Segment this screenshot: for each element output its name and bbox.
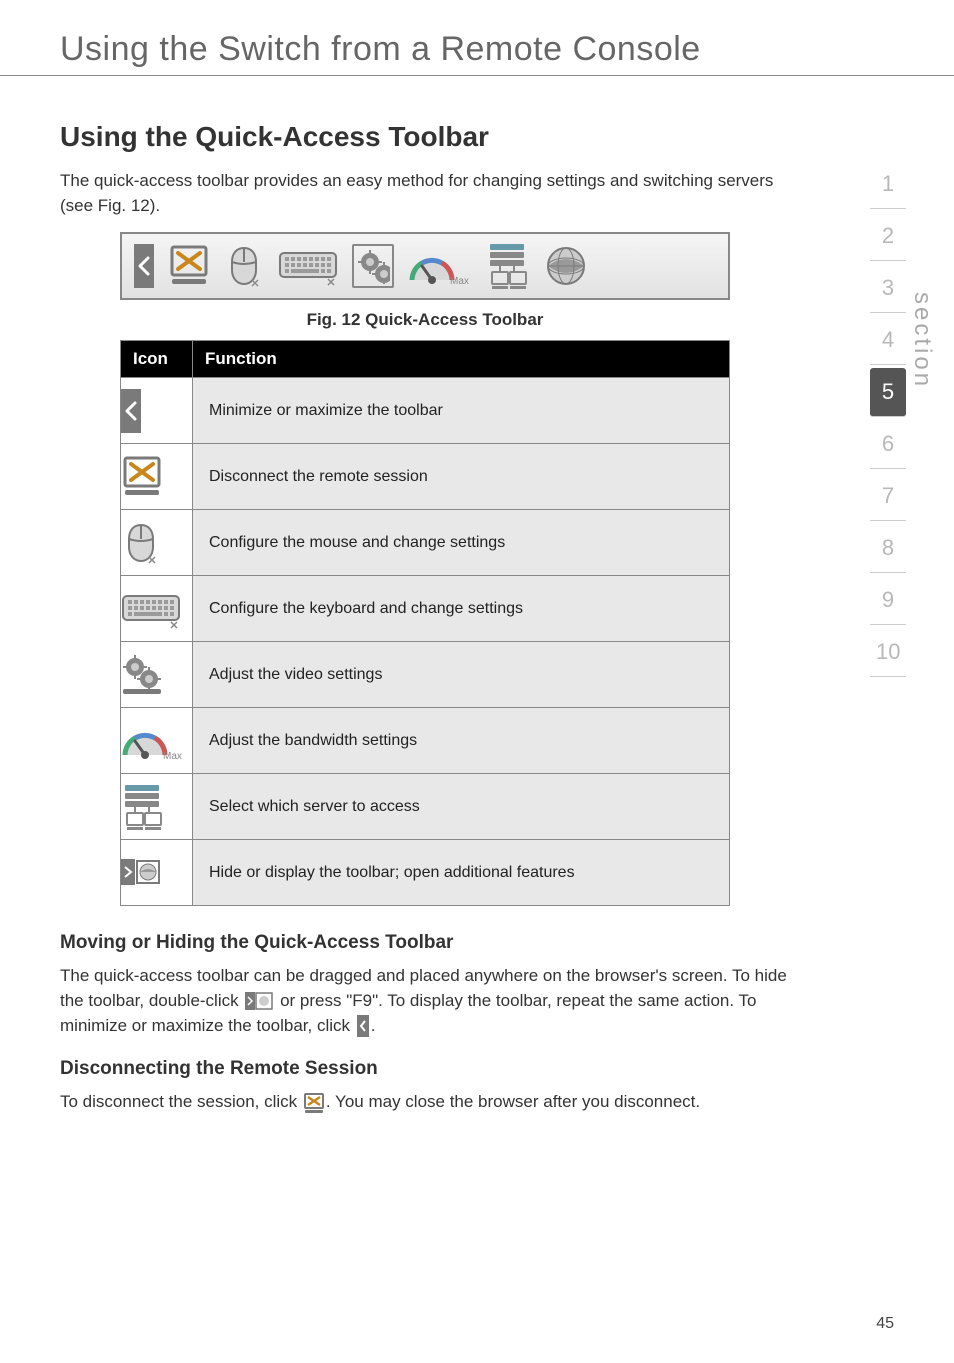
table-header-icon: Icon bbox=[121, 341, 193, 378]
moving-paragraph: The quick-access toolbar can be dragged … bbox=[60, 964, 790, 1038]
row-desc: Adjust the video settings bbox=[193, 642, 730, 708]
icon-function-table: Icon Function Minimize or maximize the t… bbox=[120, 340, 730, 906]
row-desc: Adjust the bandwidth settings bbox=[193, 708, 730, 774]
table-row: Disconnect the remote session bbox=[121, 444, 730, 510]
table-row: Adjust the video settings bbox=[121, 642, 730, 708]
minimize-arrow-icon bbox=[357, 1015, 369, 1037]
intro-paragraph: The quick-access toolbar provides an eas… bbox=[60, 169, 790, 218]
table-row: Configure the mouse and change settings bbox=[121, 510, 730, 576]
table-row: Minimize or maximize the toolbar bbox=[121, 378, 730, 444]
table-row: Hide or display the toolbar; open additi… bbox=[121, 840, 730, 906]
row-desc: Disconnect the remote session bbox=[193, 444, 730, 510]
section-label: section bbox=[908, 292, 936, 389]
row-icon-video bbox=[121, 642, 193, 708]
subheading-moving: Moving or Hiding the Quick-Access Toolba… bbox=[60, 932, 790, 954]
text-span: . bbox=[371, 1016, 376, 1035]
bandwidth-dial-icon: Max bbox=[408, 244, 472, 288]
svg-text:Max: Max bbox=[450, 276, 469, 287]
table-row: Max Adjust the bandwidth settings bbox=[121, 708, 730, 774]
row-desc: Select which server to access bbox=[193, 774, 730, 840]
keyboard-icon bbox=[278, 245, 338, 287]
svg-text:Max: Max bbox=[163, 751, 182, 762]
mouse-icon bbox=[224, 244, 264, 288]
page-title: Using the Switch from a Remote Console bbox=[0, 0, 954, 76]
section-heading-toolbar: Using the Quick-Access Toolbar bbox=[60, 121, 790, 153]
row-icon-bandwidth: Max bbox=[121, 708, 193, 774]
servers-icon bbox=[486, 242, 530, 290]
subheading-disconnect: Disconnecting the Remote Session bbox=[60, 1058, 790, 1080]
row-desc: Minimize or maximize the toolbar bbox=[193, 378, 730, 444]
page-number: 45 bbox=[876, 1315, 894, 1333]
tab-3: 3 bbox=[870, 264, 906, 313]
tab-2: 2 bbox=[870, 212, 906, 261]
row-desc: Hide or display the toolbar; open additi… bbox=[193, 840, 730, 906]
text-span: To disconnect the session, click bbox=[60, 1092, 302, 1111]
row-desc: Configure the keyboard and change settin… bbox=[193, 576, 730, 642]
tab-1: 1 bbox=[870, 160, 906, 209]
row-icon-disconnect bbox=[121, 444, 193, 510]
tab-5: 5 bbox=[870, 368, 906, 417]
toolbar-figure: Max bbox=[120, 232, 730, 300]
tab-7: 7 bbox=[870, 472, 906, 521]
table-header-function: Function bbox=[193, 341, 730, 378]
disconnect-paragraph: To disconnect the session, click . You m… bbox=[60, 1090, 790, 1115]
row-desc: Configure the mouse and change settings bbox=[193, 510, 730, 576]
figure-caption: Fig. 12 Quick-Access Toolbar bbox=[60, 310, 790, 330]
minimize-arrow-icon bbox=[134, 244, 154, 288]
text-span: . You may close the browser after you di… bbox=[326, 1092, 700, 1111]
globe-icon bbox=[544, 244, 588, 288]
disconnect-icon bbox=[168, 245, 210, 287]
toggle-icon bbox=[245, 992, 273, 1010]
main-content: Using the Quick-Access Toolbar The quick… bbox=[0, 121, 850, 1115]
row-icon-mouse bbox=[121, 510, 193, 576]
tab-9: 9 bbox=[870, 576, 906, 625]
tab-4: 4 bbox=[870, 316, 906, 365]
section-tabs: 1 2 3 4 5 6 7 8 9 10 bbox=[870, 160, 906, 677]
table-row: Configure the keyboard and change settin… bbox=[121, 576, 730, 642]
video-gears-icon bbox=[352, 244, 394, 288]
row-icon-keyboard bbox=[121, 576, 193, 642]
disconnect-icon bbox=[304, 1093, 324, 1113]
tab-6: 6 bbox=[870, 420, 906, 469]
tab-8: 8 bbox=[870, 524, 906, 573]
row-icon-minimize bbox=[121, 378, 193, 444]
tab-10: 10 bbox=[870, 628, 906, 677]
table-row: Select which server to access bbox=[121, 774, 730, 840]
row-icon-servers bbox=[121, 774, 193, 840]
row-icon-globe bbox=[121, 840, 193, 906]
